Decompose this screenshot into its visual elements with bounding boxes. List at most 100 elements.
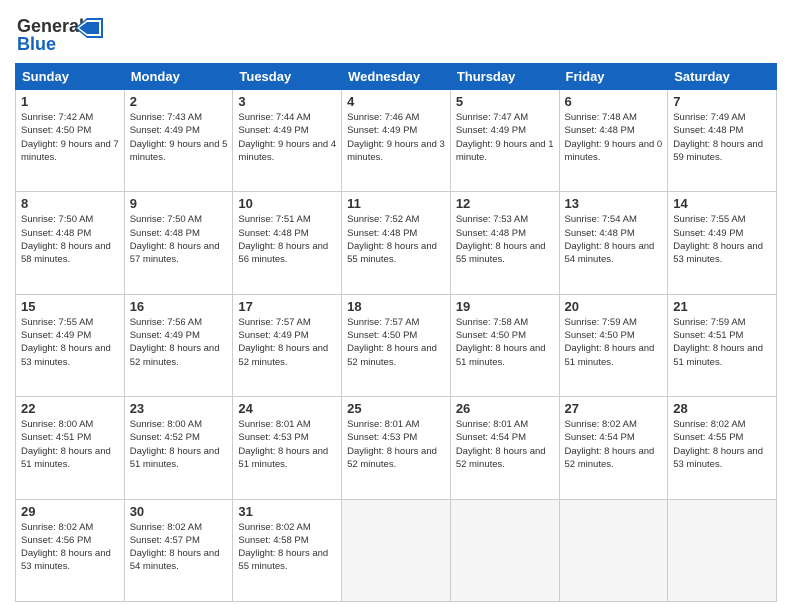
- day-info: Sunrise: 7:55 AM Sunset: 4:49 PM Dayligh…: [21, 316, 119, 369]
- day-number: 13: [565, 196, 663, 211]
- sunrise-label: Sunrise: 8:00 AM: [21, 419, 93, 430]
- daylight-label: Daylight: 8 hours and 57 minutes.: [130, 241, 220, 265]
- sunset-label: Sunset: 4:49 PM: [238, 125, 308, 136]
- daylight-label: Daylight: 8 hours and 51 minutes.: [456, 343, 546, 367]
- sunset-label: Sunset: 4:50 PM: [347, 330, 417, 341]
- calendar-cell: 24 Sunrise: 8:01 AM Sunset: 4:53 PM Dayl…: [233, 397, 342, 499]
- daylight-label: Daylight: 8 hours and 51 minutes.: [673, 343, 763, 367]
- sunrise-label: Sunrise: 7:49 AM: [673, 112, 745, 123]
- sunrise-label: Sunrise: 7:59 AM: [565, 317, 637, 328]
- calendar-cell: 19 Sunrise: 7:58 AM Sunset: 4:50 PM Dayl…: [450, 294, 559, 396]
- day-number: 18: [347, 299, 445, 314]
- day-number: 4: [347, 94, 445, 109]
- calendar-header-row: SundayMondayTuesdayWednesdayThursdayFrid…: [16, 64, 777, 90]
- daylight-label: Daylight: 8 hours and 52 minutes.: [347, 446, 437, 470]
- calendar-cell: 31 Sunrise: 8:02 AM Sunset: 4:58 PM Dayl…: [233, 499, 342, 601]
- sunset-label: Sunset: 4:48 PM: [21, 228, 91, 239]
- svg-text:General: General: [17, 16, 84, 36]
- calendar-cell: 13 Sunrise: 7:54 AM Sunset: 4:48 PM Dayl…: [559, 192, 668, 294]
- daylight-label: Daylight: 8 hours and 55 minutes.: [238, 548, 328, 572]
- weekday-header-friday: Friday: [559, 64, 668, 90]
- calendar-cell: 14 Sunrise: 7:55 AM Sunset: 4:49 PM Dayl…: [668, 192, 777, 294]
- daylight-label: Daylight: 8 hours and 51 minutes.: [238, 446, 328, 470]
- sunrise-label: Sunrise: 7:48 AM: [565, 112, 637, 123]
- calendar-cell: 6 Sunrise: 7:48 AM Sunset: 4:48 PM Dayli…: [559, 90, 668, 192]
- sunset-label: Sunset: 4:55 PM: [673, 432, 743, 443]
- day-number: 16: [130, 299, 228, 314]
- day-number: 27: [565, 401, 663, 416]
- sunrise-label: Sunrise: 7:43 AM: [130, 112, 202, 123]
- sunset-label: Sunset: 4:49 PM: [673, 228, 743, 239]
- sunrise-label: Sunrise: 7:57 AM: [238, 317, 310, 328]
- sunrise-label: Sunrise: 7:50 AM: [21, 214, 93, 225]
- sunset-label: Sunset: 4:50 PM: [565, 330, 635, 341]
- svg-text:Blue: Blue: [17, 34, 56, 54]
- sunrise-label: Sunrise: 7:57 AM: [347, 317, 419, 328]
- calendar-cell: 12 Sunrise: 7:53 AM Sunset: 4:48 PM Dayl…: [450, 192, 559, 294]
- day-number: 7: [673, 94, 771, 109]
- calendar-cell: [450, 499, 559, 601]
- calendar-week-3: 15 Sunrise: 7:55 AM Sunset: 4:49 PM Dayl…: [16, 294, 777, 396]
- calendar-cell: 15 Sunrise: 7:55 AM Sunset: 4:49 PM Dayl…: [16, 294, 125, 396]
- calendar-week-4: 22 Sunrise: 8:00 AM Sunset: 4:51 PM Dayl…: [16, 397, 777, 499]
- day-info: Sunrise: 7:51 AM Sunset: 4:48 PM Dayligh…: [238, 213, 336, 266]
- day-number: 24: [238, 401, 336, 416]
- sunset-label: Sunset: 4:48 PM: [347, 228, 417, 239]
- calendar-cell: 29 Sunrise: 8:02 AM Sunset: 4:56 PM Dayl…: [16, 499, 125, 601]
- day-number: 29: [21, 504, 119, 519]
- sunrise-label: Sunrise: 8:02 AM: [21, 522, 93, 533]
- sunrise-label: Sunrise: 7:54 AM: [565, 214, 637, 225]
- calendar-cell: 2 Sunrise: 7:43 AM Sunset: 4:49 PM Dayli…: [124, 90, 233, 192]
- calendar-cell: 17 Sunrise: 7:57 AM Sunset: 4:49 PM Dayl…: [233, 294, 342, 396]
- day-number: 10: [238, 196, 336, 211]
- daylight-label: Daylight: 8 hours and 51 minutes.: [130, 446, 220, 470]
- sunset-label: Sunset: 4:49 PM: [21, 330, 91, 341]
- sunset-label: Sunset: 4:49 PM: [456, 125, 526, 136]
- day-number: 22: [21, 401, 119, 416]
- weekday-header-tuesday: Tuesday: [233, 64, 342, 90]
- daylight-label: Daylight: 8 hours and 54 minutes.: [565, 241, 655, 265]
- sunset-label: Sunset: 4:51 PM: [21, 432, 91, 443]
- day-info: Sunrise: 7:56 AM Sunset: 4:49 PM Dayligh…: [130, 316, 228, 369]
- calendar-cell: 16 Sunrise: 7:56 AM Sunset: 4:49 PM Dayl…: [124, 294, 233, 396]
- day-info: Sunrise: 7:59 AM Sunset: 4:50 PM Dayligh…: [565, 316, 663, 369]
- sunrise-label: Sunrise: 7:50 AM: [130, 214, 202, 225]
- sunset-label: Sunset: 4:54 PM: [565, 432, 635, 443]
- sunset-label: Sunset: 4:57 PM: [130, 535, 200, 546]
- day-number: 9: [130, 196, 228, 211]
- calendar-cell: [342, 499, 451, 601]
- day-info: Sunrise: 8:02 AM Sunset: 4:58 PM Dayligh…: [238, 521, 336, 574]
- sunset-label: Sunset: 4:48 PM: [565, 228, 635, 239]
- sunrise-label: Sunrise: 8:00 AM: [130, 419, 202, 430]
- day-info: Sunrise: 7:50 AM Sunset: 4:48 PM Dayligh…: [21, 213, 119, 266]
- day-info: Sunrise: 7:59 AM Sunset: 4:51 PM Dayligh…: [673, 316, 771, 369]
- daylight-label: Daylight: 8 hours and 51 minutes.: [21, 446, 111, 470]
- day-info: Sunrise: 7:43 AM Sunset: 4:49 PM Dayligh…: [130, 111, 228, 164]
- weekday-header-monday: Monday: [124, 64, 233, 90]
- daylight-label: Daylight: 8 hours and 51 minutes.: [565, 343, 655, 367]
- sunrise-label: Sunrise: 7:55 AM: [21, 317, 93, 328]
- logo: General Blue: [15, 10, 105, 55]
- sunrise-label: Sunrise: 8:02 AM: [673, 419, 745, 430]
- day-info: Sunrise: 7:57 AM Sunset: 4:49 PM Dayligh…: [238, 316, 336, 369]
- day-info: Sunrise: 8:02 AM Sunset: 4:57 PM Dayligh…: [130, 521, 228, 574]
- page: General Blue SundayMondayTuesdayWednesda…: [0, 0, 792, 612]
- day-info: Sunrise: 7:44 AM Sunset: 4:49 PM Dayligh…: [238, 111, 336, 164]
- day-info: Sunrise: 7:52 AM Sunset: 4:48 PM Dayligh…: [347, 213, 445, 266]
- calendar-cell: 10 Sunrise: 7:51 AM Sunset: 4:48 PM Dayl…: [233, 192, 342, 294]
- day-number: 17: [238, 299, 336, 314]
- day-number: 28: [673, 401, 771, 416]
- sunrise-label: Sunrise: 8:02 AM: [565, 419, 637, 430]
- day-info: Sunrise: 8:00 AM Sunset: 4:51 PM Dayligh…: [21, 418, 119, 471]
- day-number: 2: [130, 94, 228, 109]
- day-number: 26: [456, 401, 554, 416]
- weekday-header-wednesday: Wednesday: [342, 64, 451, 90]
- day-number: 11: [347, 196, 445, 211]
- sunset-label: Sunset: 4:48 PM: [238, 228, 308, 239]
- daylight-label: Daylight: 8 hours and 52 minutes.: [130, 343, 220, 367]
- day-number: 15: [21, 299, 119, 314]
- daylight-label: Daylight: 9 hours and 3 minutes.: [347, 139, 445, 163]
- calendar-cell: 30 Sunrise: 8:02 AM Sunset: 4:57 PM Dayl…: [124, 499, 233, 601]
- weekday-header-saturday: Saturday: [668, 64, 777, 90]
- day-info: Sunrise: 8:02 AM Sunset: 4:54 PM Dayligh…: [565, 418, 663, 471]
